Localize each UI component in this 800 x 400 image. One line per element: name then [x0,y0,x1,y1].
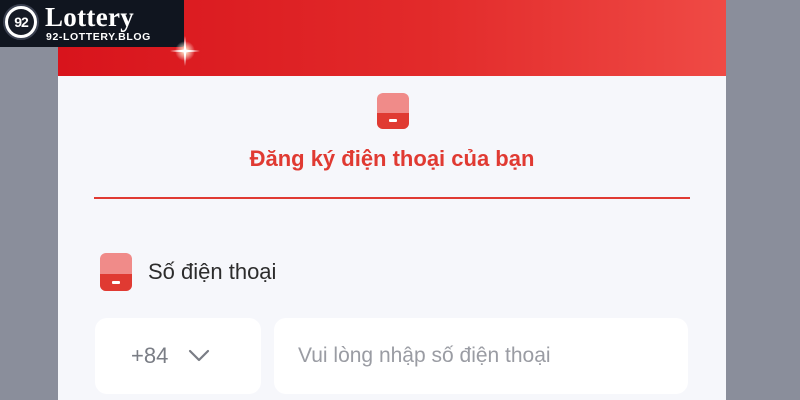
logo-badge: 92 [3,4,39,40]
right-background [726,0,800,400]
sparkle-icon [168,34,202,68]
phone-label-row: Số điện thoại [100,252,276,292]
chevron-down-icon [189,349,210,362]
page-title: Đăng ký điện thoại của bạn [249,146,535,171]
country-code-value: +84 [131,343,169,368]
logo-subtitle: 92-LOTTERY.BLOG [46,31,151,43]
phone-number-input[interactable] [274,318,688,394]
registration-panel: Đăng ký điện thoại của bạn Số điện thoại… [58,0,726,400]
logo-title: Lottery [45,2,135,32]
phone-icon [100,253,132,291]
country-code-select[interactable]: +84 [95,318,261,394]
left-background [0,0,58,400]
title-underline [94,197,690,199]
phone-field-label: Số điện thoại [148,259,277,284]
phone-icon [377,93,409,129]
site-logo[interactable]: 92 Lottery 92-LOTTERY.BLOG [0,0,184,47]
logo-badge-text: 92 [8,9,34,35]
